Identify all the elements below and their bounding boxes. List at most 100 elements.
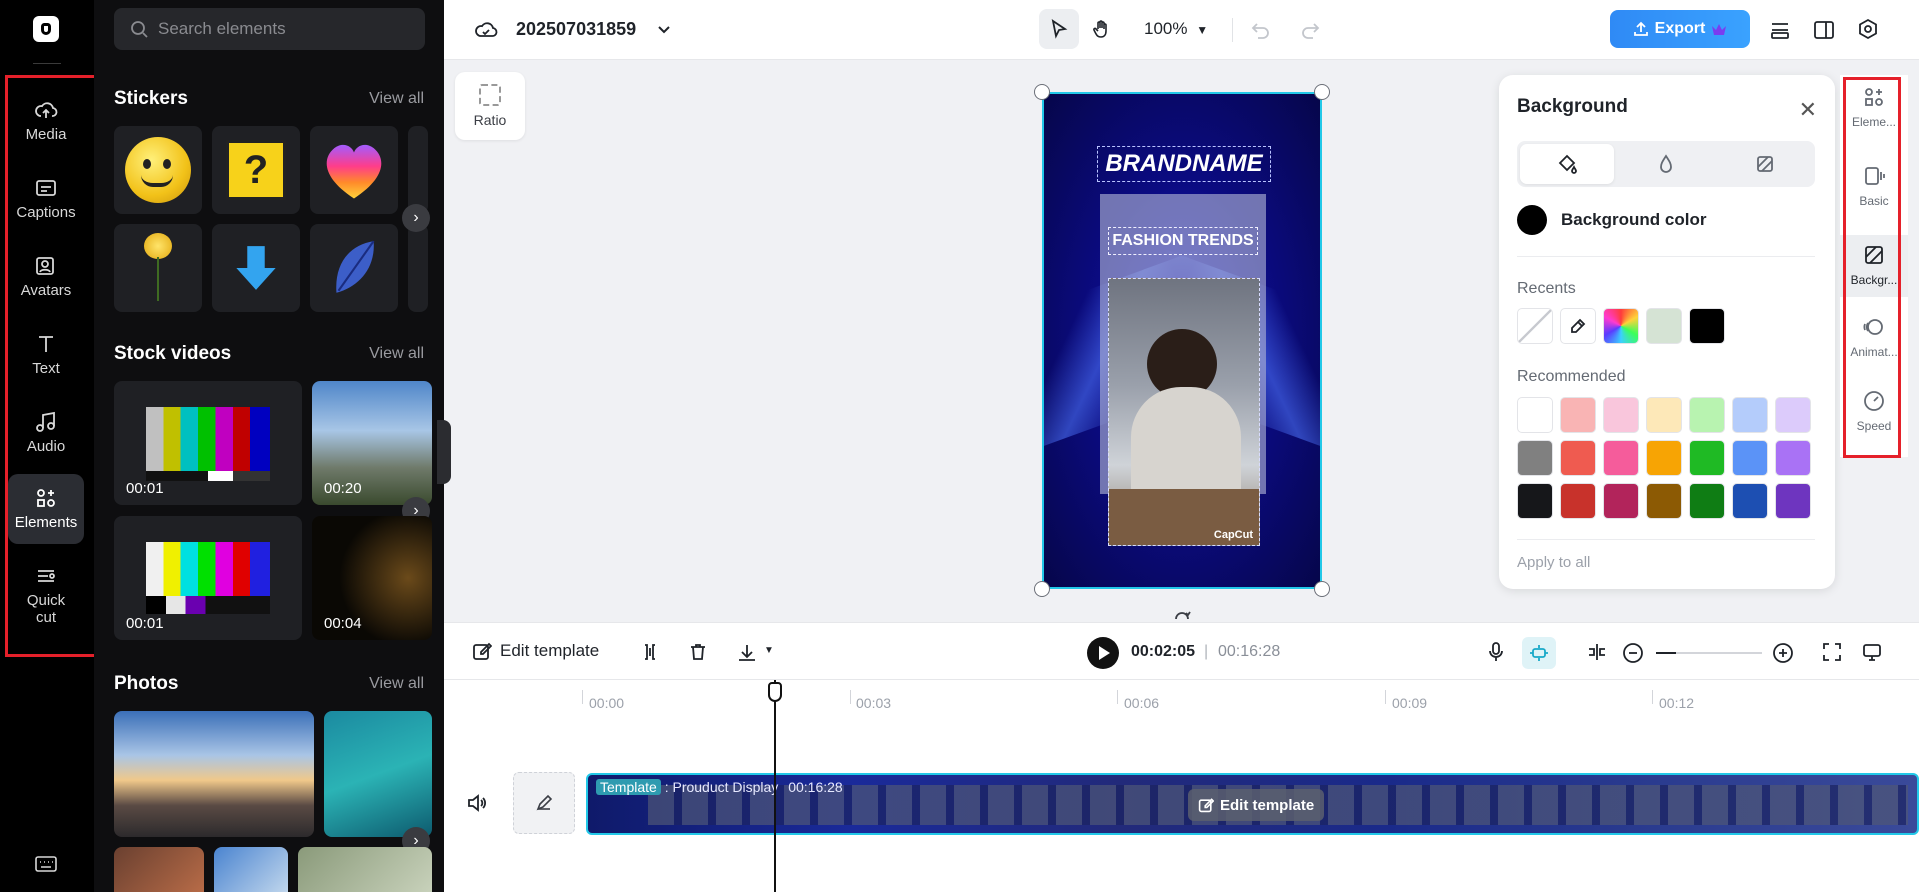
swatch-recommended[interactable] (1517, 483, 1553, 519)
sticker-down-arrow[interactable] (212, 224, 300, 312)
volume-icon[interactable] (466, 793, 488, 813)
tab-blur[interactable] (1619, 144, 1713, 184)
swatch-recommended[interactable] (1732, 483, 1768, 519)
resize-handle-top-right[interactable] (1314, 84, 1330, 100)
cover-edit-button[interactable] (513, 772, 575, 834)
stock-video-sparkle[interactable]: 00:04 (312, 516, 432, 640)
edit-template-button[interactable]: Edit template (472, 641, 599, 661)
keyboard-icon[interactable] (35, 855, 57, 873)
resize-handle-bottom-right[interactable] (1314, 581, 1330, 597)
capcut-logo-icon[interactable] (33, 16, 59, 42)
swatch-recent-black[interactable] (1689, 308, 1725, 344)
zoom-in-icon[interactable] (1772, 642, 1794, 664)
background-color-row[interactable]: Background color (1517, 205, 1706, 235)
photo-building[interactable] (214, 847, 288, 892)
settings-icon[interactable] (1856, 18, 1880, 42)
track-edit-template-button[interactable]: Edit template (1188, 789, 1325, 821)
sticker-question-block[interactable]: ? (212, 126, 300, 214)
zoom-dropdown[interactable]: 100% ▼ (1144, 19, 1208, 39)
stock-video-mountains[interactable]: 00:20 (312, 381, 432, 505)
sticker-smiley[interactable] (114, 126, 202, 214)
resize-handle-top-left[interactable] (1034, 84, 1050, 100)
microphone-icon[interactable] (1486, 641, 1506, 663)
sticker-partial-2[interactable] (408, 224, 428, 312)
split-track-icon[interactable] (1586, 642, 1608, 662)
tab-pattern[interactable] (1718, 144, 1812, 184)
photo-city-skyline[interactable] (114, 711, 314, 837)
swatch-recommended[interactable] (1689, 397, 1725, 433)
zoom-slider[interactable] (1656, 652, 1762, 654)
export-button[interactable]: Export (1610, 10, 1750, 48)
apply-to-all-button[interactable]: Apply to all (1517, 554, 1590, 571)
swatch-recommended[interactable] (1689, 440, 1725, 476)
rotate-icon[interactable] (1172, 605, 1192, 621)
search-input[interactable]: Search elements (114, 8, 425, 50)
stock-video-color-bars-2[interactable]: 00:01 (114, 516, 302, 640)
swatch-recommended[interactable] (1689, 483, 1725, 519)
sticker-rose[interactable] (114, 224, 202, 312)
play-button[interactable] (1087, 637, 1119, 669)
swatch-recent-green[interactable] (1646, 308, 1682, 344)
swatch-recommended[interactable] (1560, 440, 1596, 476)
playhead-handle[interactable] (768, 682, 782, 702)
swatch-recommended[interactable] (1603, 397, 1639, 433)
swatch-recommended[interactable] (1646, 483, 1682, 519)
stock-videos-view-all[interactable]: View all (369, 345, 424, 363)
swatch-recommended[interactable] (1646, 440, 1682, 476)
project-title[interactable]: 202507031859 (516, 19, 636, 40)
swatch-recommended[interactable] (1517, 440, 1553, 476)
chevron-down-icon[interactable]: ▼ (764, 645, 774, 656)
swatch-recommended[interactable] (1775, 483, 1811, 519)
video-preview[interactable]: BRANDNAME FASHION TRENDS CapCut (1042, 92, 1322, 589)
undo-icon[interactable] (1250, 19, 1272, 41)
panel-collapse-handle[interactable] (437, 420, 451, 484)
photo-landscape[interactable] (298, 847, 432, 892)
stickers-next-button[interactable]: › (402, 204, 430, 232)
current-color-swatch[interactable] (1517, 205, 1547, 235)
close-icon[interactable]: ✕ (1799, 97, 1817, 123)
sticker-partial[interactable] (408, 126, 428, 214)
swatch-recommended[interactable] (1732, 397, 1768, 433)
zoom-out-icon[interactable] (1622, 642, 1644, 664)
swatch-recommended[interactable] (1732, 440, 1768, 476)
swatch-recommended[interactable] (1646, 397, 1682, 433)
swatch-none[interactable] (1517, 308, 1553, 344)
chevron-down-icon[interactable] (656, 21, 672, 37)
hand-tool-button[interactable] (1082, 9, 1122, 49)
ratio-button[interactable]: Ratio (455, 72, 525, 140)
cloud-sync-icon[interactable] (474, 18, 498, 42)
tab-fill[interactable] (1520, 144, 1614, 184)
stock-video-color-bars-1[interactable]: 00:01 (114, 381, 302, 505)
swatch-recommended[interactable] (1560, 483, 1596, 519)
sticker-leaf[interactable] (310, 224, 398, 312)
photo-food[interactable] (114, 847, 204, 892)
download-icon[interactable] (736, 642, 758, 664)
resize-handle-bottom-left[interactable] (1034, 581, 1050, 597)
sticker-heart[interactable] (310, 126, 398, 214)
playhead[interactable] (774, 680, 776, 892)
split-icon[interactable] (640, 642, 660, 662)
eyedropper-button[interactable] (1560, 308, 1596, 344)
fullscreen-icon[interactable] (1822, 642, 1842, 662)
template-track-clip[interactable]: Template : Prouduct Display 00:16:28 Edi… (586, 773, 1919, 835)
swatch-rainbow[interactable] (1603, 308, 1639, 344)
swatch-recommended[interactable] (1775, 397, 1811, 433)
redo-icon[interactable] (1299, 19, 1321, 41)
stickers-view-all[interactable]: View all (369, 90, 424, 108)
swatch-recommended[interactable] (1560, 397, 1596, 433)
swatch-recommended[interactable] (1775, 440, 1811, 476)
swatch-recommended[interactable] (1517, 397, 1553, 433)
select-tool-button[interactable] (1039, 9, 1079, 49)
swatch-recommended[interactable] (1603, 483, 1639, 519)
comment-icon[interactable] (1862, 642, 1882, 662)
fashion-trends-text[interactable]: FASHION TRENDS (1108, 227, 1258, 255)
model-photo[interactable]: CapCut (1108, 278, 1260, 546)
layers-icon[interactable] (1768, 18, 1792, 42)
photos-view-all[interactable]: View all (369, 675, 424, 693)
delete-icon[interactable] (688, 642, 708, 662)
brandname-text[interactable]: BRANDNAME (1097, 146, 1271, 182)
photo-boat-sea[interactable] (324, 711, 432, 837)
split-view-icon[interactable] (1812, 18, 1836, 42)
auto-snap-button[interactable] (1522, 637, 1556, 669)
swatch-recommended[interactable] (1603, 440, 1639, 476)
